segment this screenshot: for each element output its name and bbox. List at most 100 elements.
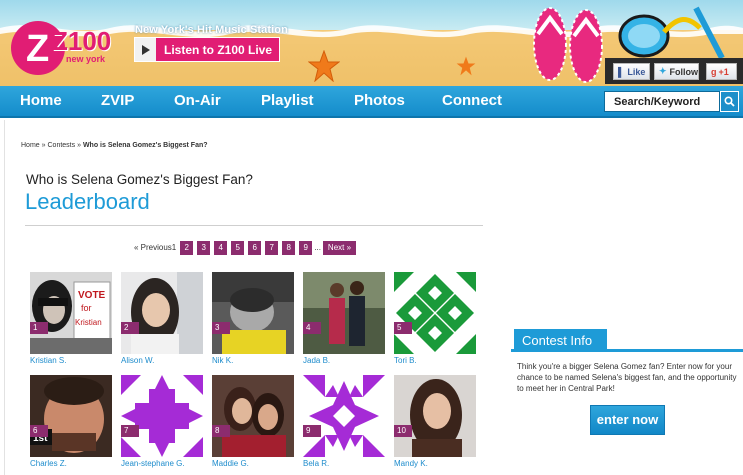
- search-button[interactable]: [720, 91, 739, 112]
- couple-photo: [303, 272, 385, 354]
- leaderboard-entry[interactable]: 2 Alison W.: [121, 272, 203, 367]
- breadcrumb-home[interactable]: Home: [21, 142, 40, 149]
- rank-badge: 6: [30, 425, 48, 437]
- pagination-page[interactable]: 3: [197, 240, 211, 255]
- entry-photo[interactable]: 3: [212, 272, 294, 354]
- leaderboard-entry[interactable]: 1st 6 Charles Z.: [30, 375, 112, 470]
- nav-item-on-air[interactable]: On-Air: [174, 92, 221, 109]
- pagination-ellipsis: ...: [314, 243, 321, 252]
- snorkel-goggles-icon: [618, 6, 725, 60]
- pagination-page[interactable]: 8: [282, 240, 296, 255]
- leaderboard-entry[interactable]: 5 Tori B.: [394, 272, 476, 367]
- entry-name[interactable]: Alison W.: [121, 356, 203, 367]
- rank-badge: 7: [121, 425, 139, 437]
- breadcrumb: Home » Contests » Who is Selena Gomez's …: [21, 142, 208, 149]
- leaderboard-entry[interactable]: 9 Bela R.: [303, 375, 385, 470]
- boy-sleeping-photo: [212, 272, 294, 354]
- leaderboard-entry[interactable]: VOTE for Kristian 1 Kristian S.: [30, 272, 112, 367]
- entry-photo[interactable]: 7: [121, 375, 203, 457]
- like-thumb-icon: ▌: [618, 66, 625, 77]
- pagination-previous[interactable]: « Previous: [134, 243, 172, 252]
- entry-name[interactable]: Charles Z.: [30, 459, 112, 470]
- social-buttons: ▌ Like ✦ Follow g +1: [605, 58, 743, 84]
- entry-photo[interactable]: 5: [394, 272, 476, 354]
- two-girls-photo: [212, 375, 294, 457]
- pagination-page[interactable]: 7: [265, 240, 279, 255]
- nav-item-playlist[interactable]: Playlist: [261, 92, 314, 109]
- enter-now-button[interactable]: enter now: [590, 405, 665, 435]
- entry-photo[interactable]: 8: [212, 375, 294, 457]
- rank-badge: 8: [212, 425, 230, 437]
- girl-selfie-photo: [121, 272, 203, 354]
- listen-live-button[interactable]: Listen to Z100 Live: [134, 37, 280, 62]
- main-nav: Home ZVIP On-Air Playlist Photos Connect: [0, 86, 743, 118]
- logo-subtext: new york: [66, 54, 106, 64]
- twitter-bird-icon: ✦: [659, 66, 667, 76]
- entry-photo[interactable]: 2: [121, 272, 203, 354]
- identicon-green-image: [394, 272, 476, 354]
- nav-item-connect[interactable]: Connect: [442, 92, 502, 109]
- pagination-current: 1: [171, 243, 177, 252]
- listen-live-label: Listen to Z100 Live: [164, 42, 273, 57]
- entry-name[interactable]: Bela R.: [303, 459, 385, 470]
- search-box: [604, 91, 739, 112]
- rank-badge: 4: [303, 322, 321, 334]
- page: Z Z100 new york New York's Hit Music Sta…: [0, 0, 743, 475]
- selena-photo: [394, 375, 476, 457]
- facebook-like-button[interactable]: ▌ Like: [613, 63, 650, 80]
- main-content: Home » Contests » Who is Selena Gomez's …: [0, 120, 743, 475]
- search-input[interactable]: [604, 91, 720, 112]
- entry-name[interactable]: Nik K.: [212, 356, 294, 367]
- entry-photo[interactable]: VOTE for Kristian 1: [30, 272, 112, 354]
- rank-badge: 9: [303, 425, 321, 437]
- nav-item-photos[interactable]: Photos: [354, 92, 405, 109]
- entry-photo[interactable]: 4: [303, 272, 385, 354]
- leaderboard-entry[interactable]: 8 Maddie G.: [212, 375, 294, 470]
- breadcrumb-contests[interactable]: Contests: [48, 142, 76, 149]
- play-icon: [135, 38, 156, 61]
- z100-logo[interactable]: Z Z100 new york: [8, 18, 126, 78]
- pagination-page[interactable]: 4: [214, 240, 228, 255]
- pagination-page[interactable]: 6: [248, 240, 262, 255]
- entry-photo[interactable]: 9: [303, 375, 385, 457]
- entry-name[interactable]: Maddie G.: [212, 459, 294, 470]
- pagination-page[interactable]: 5: [231, 240, 245, 255]
- rank-badge: 10: [394, 425, 412, 437]
- entry-photo[interactable]: 10: [394, 375, 476, 457]
- nav-item-home[interactable]: Home: [20, 92, 62, 109]
- pagination-page[interactable]: 9: [299, 240, 313, 255]
- entry-name[interactable]: Jean-stephane G.: [121, 459, 203, 470]
- google-plus-button[interactable]: g +1: [706, 63, 737, 80]
- left-border: [4, 120, 5, 475]
- identicon-purple-2-image: [303, 375, 385, 457]
- entry-name[interactable]: Jada B.: [303, 356, 385, 367]
- site-header: Z Z100 new york New York's Hit Music Sta…: [0, 0, 743, 86]
- contest-info-divider: [511, 349, 743, 352]
- entry-photo[interactable]: 1st 6: [30, 375, 112, 457]
- twitter-follow-button[interactable]: ✦ Follow: [654, 63, 699, 80]
- leaderboard-entry[interactable]: 4 Jada B.: [303, 272, 385, 367]
- entry-name[interactable]: Kristian S.: [30, 356, 112, 367]
- leaderboard-entry[interactable]: 7 Jean-stephane G.: [121, 375, 203, 470]
- entry-name[interactable]: Mandy K.: [394, 459, 476, 470]
- breadcrumb-separator: »: [41, 142, 46, 149]
- svg-text:Z: Z: [26, 28, 49, 70]
- entry-name[interactable]: Tori B.: [394, 356, 476, 367]
- leaderboard-entry[interactable]: 3 Nik K.: [212, 272, 294, 367]
- like-label: Like: [627, 66, 646, 77]
- contest-info-panel: Contest Info Think you're a bigger Selen…: [511, 329, 743, 475]
- svg-text:VOTE: VOTE: [78, 290, 106, 301]
- leaderboard-entry[interactable]: 10 Mandy K.: [394, 375, 476, 470]
- identicon-purple-image: [121, 375, 203, 457]
- page-title: Who is Selena Gomez's Biggest Fan?: [26, 172, 253, 187]
- nav-item-zvip[interactable]: ZVIP: [101, 92, 134, 109]
- rank-badge: 3: [212, 322, 230, 334]
- contest-info-text: Think you're a bigger Selena Gomez fan? …: [517, 362, 737, 393]
- pagination-page[interactable]: 2: [180, 240, 194, 255]
- breadcrumb-current: Who is Selena Gomez's Biggest Fan?: [82, 142, 208, 149]
- follow-label: Follow: [669, 66, 699, 77]
- man-closeup-photo: 1st: [30, 375, 112, 457]
- flip-flops-icon: [533, 7, 603, 83]
- pagination-next[interactable]: Next »: [322, 240, 357, 255]
- pagination: « Previous 1 2 3 4 5 6 7 8 9 ... Next »: [134, 240, 357, 255]
